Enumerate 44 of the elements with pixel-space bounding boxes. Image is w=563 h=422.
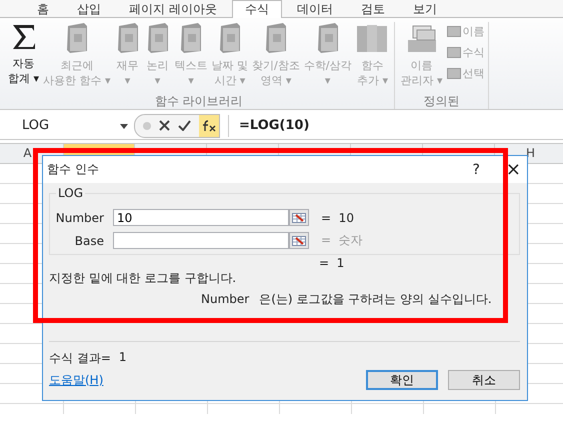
function-icon	[202, 120, 216, 132]
argument-field[interactable]	[113, 232, 289, 249]
formula-result-label: 수식 결과=	[49, 350, 111, 367]
ribbon-tab[interactable]: 페이지 레이아웃	[116, 0, 230, 17]
close-button[interactable]: ×	[506, 160, 521, 178]
argument-value: = 10	[321, 210, 354, 224]
dialog-title: 함수 인수	[47, 161, 100, 178]
help-link[interactable]: 도움말(H)	[49, 372, 356, 388]
books-icon	[355, 22, 390, 54]
ribbon-button[interactable]: 자동 합계 ▾	[6, 22, 42, 86]
check-icon[interactable]	[178, 120, 191, 131]
group-label: 정의된	[422, 93, 460, 109]
dialog-button[interactable]: 확인	[366, 370, 438, 390]
cancel-icon[interactable]	[159, 120, 170, 131]
grip-icon	[143, 122, 151, 130]
argument-label: Number	[54, 210, 104, 224]
argument-name: Number	[201, 292, 250, 307]
dialog-button[interactable]: 취소	[448, 370, 520, 390]
ribbon-tab[interactable]: 삽입	[64, 0, 114, 17]
argument-description: 은(는) 로그값을 구하려는 양의 실수입니다.	[259, 292, 492, 307]
ribbon-tab[interactable]: 보기	[400, 0, 450, 17]
function-result: = 1	[319, 256, 346, 271]
argument-field[interactable]: 10	[113, 209, 289, 226]
range-select-button[interactable]	[289, 209, 309, 226]
function-description: 지정한 밑에 대한 로그를 구합니다.	[49, 271, 238, 286]
insert-function-button[interactable]	[199, 114, 219, 136]
range-select-icon	[292, 212, 306, 222]
argument-value: = 숫자	[321, 232, 363, 249]
range-select-button[interactable]	[289, 232, 309, 249]
ribbon-tab[interactable]: 데이터	[284, 0, 346, 17]
ribbon-tab[interactable]: 홈	[24, 0, 62, 17]
argument-label: Base	[74, 234, 104, 248]
help-button[interactable]: ?	[472, 162, 480, 178]
command-icon	[446, 68, 461, 79]
command-icon	[446, 47, 461, 58]
formula-field[interactable]: =LOG(10)	[228, 114, 563, 136]
formula-result-value: 1	[118, 350, 127, 366]
range-select-icon	[292, 236, 306, 246]
name-box[interactable]: LOG	[0, 114, 134, 136]
ribbon-tab[interactable]: 검토	[348, 0, 398, 17]
group-label: 함수 라이브러리	[154, 93, 244, 109]
ribbon-tab[interactable]: 수식	[232, 0, 282, 18]
function-name: LOG	[56, 186, 86, 200]
command-icon	[446, 26, 461, 37]
